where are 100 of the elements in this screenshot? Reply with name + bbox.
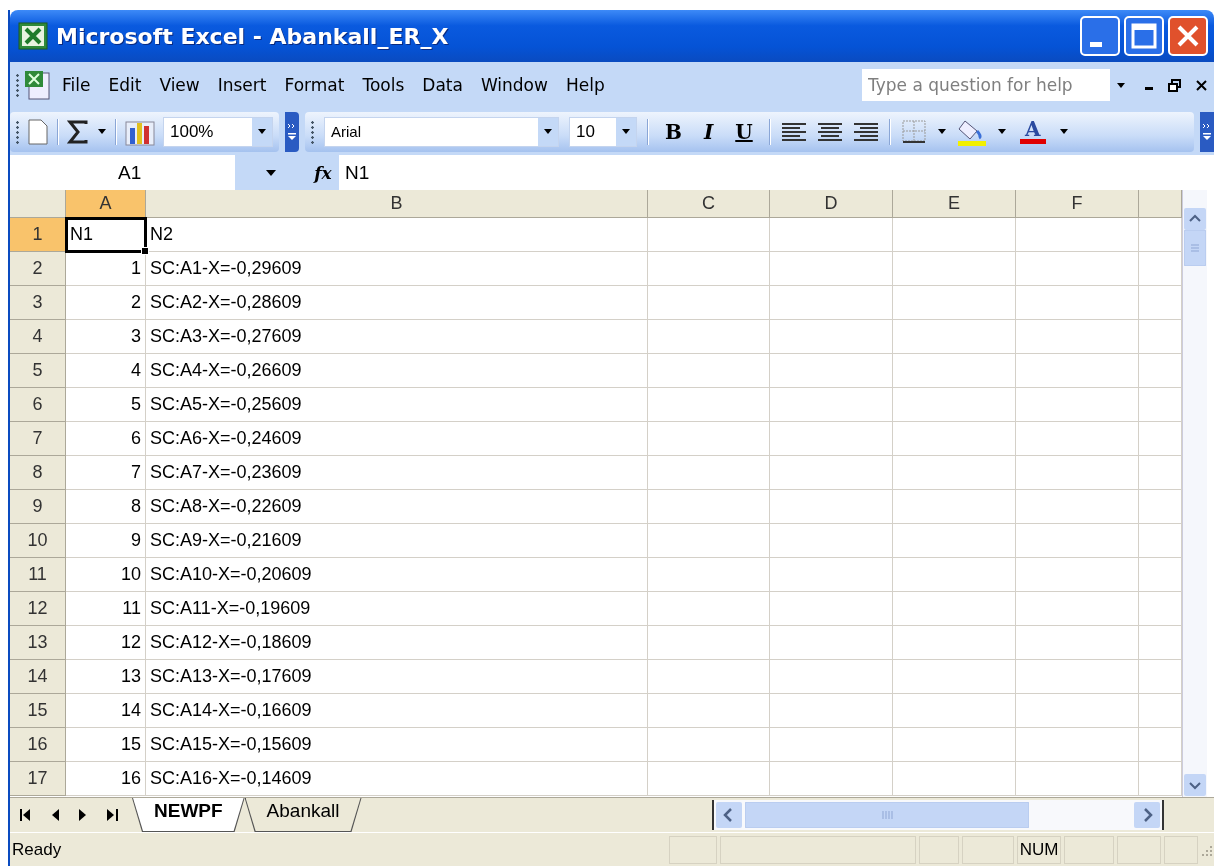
column-header[interactable]: F [1016, 190, 1139, 218]
table-cell: 12 [66, 626, 146, 660]
scroll-down-icon[interactable] [1184, 774, 1206, 796]
row-header[interactable]: 14 [10, 660, 66, 694]
table-cell: SC:A2-X=-0,28609 [146, 286, 648, 320]
menu-item[interactable]: File [53, 72, 100, 98]
row-header[interactable]: 7 [10, 422, 66, 456]
table-cell: SC:A1-X=-0,29609 [146, 252, 648, 286]
dropdown-caret-icon[interactable] [1058, 128, 1069, 135]
formula-field[interactable]: N1 [339, 155, 1214, 190]
table-cell: SC:A12-X=-0,18609 [146, 626, 648, 660]
bold-button[interactable]: B [659, 117, 688, 146]
dropdown-caret-icon[interactable] [996, 128, 1007, 135]
first-sheet-icon[interactable] [20, 808, 31, 822]
dropdown-caret-icon[interactable] [257, 128, 267, 135]
dropdown-caret-icon[interactable] [621, 128, 631, 135]
row-header[interactable]: 10 [10, 524, 66, 558]
row-header[interactable]: 17 [10, 762, 66, 796]
column-header[interactable]: B [146, 190, 648, 218]
italic-button[interactable]: I [697, 117, 720, 146]
row-header[interactable]: 1 [10, 218, 66, 252]
table-cell: 8 [66, 490, 146, 524]
maximize-icon[interactable] [1124, 16, 1164, 56]
scroll-left-icon[interactable] [716, 802, 742, 828]
row-header[interactable]: 11 [10, 558, 66, 592]
menu-item[interactable]: Help [556, 72, 614, 98]
menu-item[interactable]: View [150, 72, 209, 98]
align-center-icon[interactable] [816, 120, 843, 143]
dropdown-caret-icon[interactable] [543, 128, 553, 135]
table-cell: N1 [66, 218, 146, 252]
row-header[interactable]: 6 [10, 388, 66, 422]
table-cell: 15 [66, 728, 146, 762]
horizontal-scrollbar[interactable] [712, 800, 1164, 830]
row-header[interactable]: 8 [10, 456, 66, 490]
workbook-icon[interactable] [23, 69, 53, 101]
table-cell: 16 [66, 762, 146, 796]
table-cell: SC:A6-X=-0,24609 [146, 422, 648, 456]
column-header[interactable]: A [66, 190, 146, 218]
window-title: Microsoft Excel - Abankall_ER_X [56, 23, 450, 49]
sum-icon[interactable] [67, 119, 89, 144]
table-cell: SC:A4-X=-0,26609 [146, 354, 648, 388]
row-header[interactable]: 15 [10, 694, 66, 728]
new-document-icon[interactable] [27, 118, 49, 145]
scroll-up-icon[interactable] [1184, 208, 1206, 230]
dropdown-caret-icon[interactable] [265, 168, 277, 177]
status-text: Ready [12, 839, 63, 860]
dropdown-caret-icon[interactable] [97, 128, 107, 135]
table-cell: SC:A14-X=-0,16609 [146, 694, 648, 728]
row-header[interactable]: 5 [10, 354, 66, 388]
column-header[interactable]: D [770, 190, 893, 218]
row-header[interactable]: 9 [10, 490, 66, 524]
scroll-thumb-icon[interactable] [745, 802, 1029, 828]
row-header[interactable]: 13 [10, 626, 66, 660]
table-cell: 3 [66, 320, 146, 354]
last-sheet-icon[interactable] [107, 808, 118, 822]
close-icon[interactable] [1195, 78, 1208, 92]
restore-icon[interactable] [1168, 78, 1181, 92]
align-left-icon[interactable] [780, 120, 807, 143]
help-search-field[interactable]: Type a question for help [862, 69, 1132, 101]
row-header[interactable]: 16 [10, 728, 66, 762]
spreadsheet-app-icon [18, 22, 48, 50]
underline-button[interactable]: U [729, 117, 759, 146]
sheet-tab[interactable]: Abankall [244, 798, 362, 832]
table-cell: 11 [66, 592, 146, 626]
row-header[interactable]: 4 [10, 320, 66, 354]
insert-function-button[interactable]: fx [307, 162, 339, 183]
zoom-dropdown[interactable]: 100% [163, 116, 273, 147]
menu-item[interactable]: Edit [99, 72, 151, 98]
borders-icon[interactable] [900, 118, 927, 145]
font-size-dropdown[interactable]: 10 [569, 116, 637, 147]
scroll-right-icon[interactable] [1134, 802, 1160, 828]
row-header[interactable]: 2 [10, 252, 66, 286]
sheet-tab[interactable]: NEWPF [132, 798, 245, 832]
scroll-thumb-icon[interactable] [1184, 230, 1206, 266]
column-header[interactable]: C [648, 190, 770, 218]
row-header[interactable]: 12 [10, 592, 66, 626]
column-header[interactable]: E [893, 190, 1016, 218]
menu-item[interactable]: Data [413, 72, 472, 98]
table-cell: SC:A11-X=-0,19609 [146, 592, 648, 626]
menu-item[interactable]: Format [275, 72, 354, 98]
align-right-icon[interactable] [852, 120, 879, 143]
menu-item[interactable]: Window [471, 72, 557, 98]
toolbar-options-icon[interactable] [287, 121, 297, 142]
toolbar-options-icon[interactable] [1202, 121, 1212, 142]
next-sheet-icon[interactable] [79, 808, 87, 822]
dropdown-caret-icon[interactable] [1116, 81, 1126, 89]
previous-sheet-icon[interactable] [51, 808, 59, 822]
row-header[interactable]: 3 [10, 286, 66, 320]
vertical-scrollbar[interactable] [1182, 190, 1207, 797]
table-cell: 10 [66, 558, 146, 592]
table-cell: SC:A8-X=-0,22609 [146, 490, 648, 524]
table-cell: SC:A10-X=-0,20609 [146, 558, 648, 592]
font-dropdown[interactable]: Arial [324, 116, 559, 147]
font-color-button[interactable]: A [1016, 119, 1049, 144]
table-cell: N2 [146, 218, 648, 252]
dropdown-caret-icon[interactable] [936, 128, 947, 135]
name-box[interactable]: A1 [10, 155, 235, 190]
menu-item[interactable]: Insert [208, 72, 276, 98]
menu-item[interactable]: Tools [353, 72, 414, 98]
table-cell: 7 [66, 456, 146, 490]
